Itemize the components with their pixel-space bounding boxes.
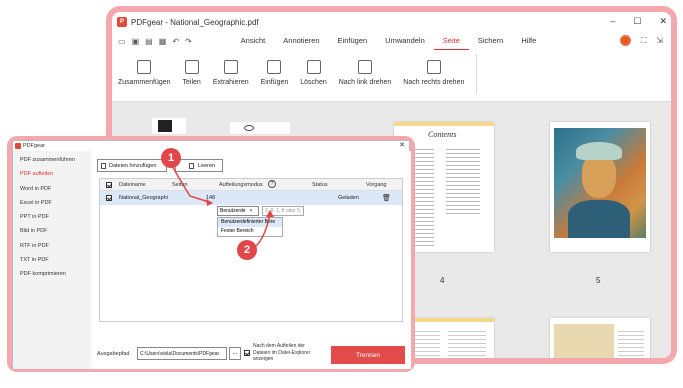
- arrow-2: [255, 213, 271, 247]
- arrow-1: [171, 165, 213, 204]
- annotation-arrows: [171, 165, 274, 247]
- arrow-1-head: [206, 199, 213, 206]
- arrow-2-head: [266, 210, 274, 217]
- step-badge-1: 1: [161, 148, 181, 168]
- screenshot: P PDFgear - National_Geographic.pdf – ☐ …: [0, 0, 683, 388]
- step-badge-2: 2: [237, 240, 257, 260]
